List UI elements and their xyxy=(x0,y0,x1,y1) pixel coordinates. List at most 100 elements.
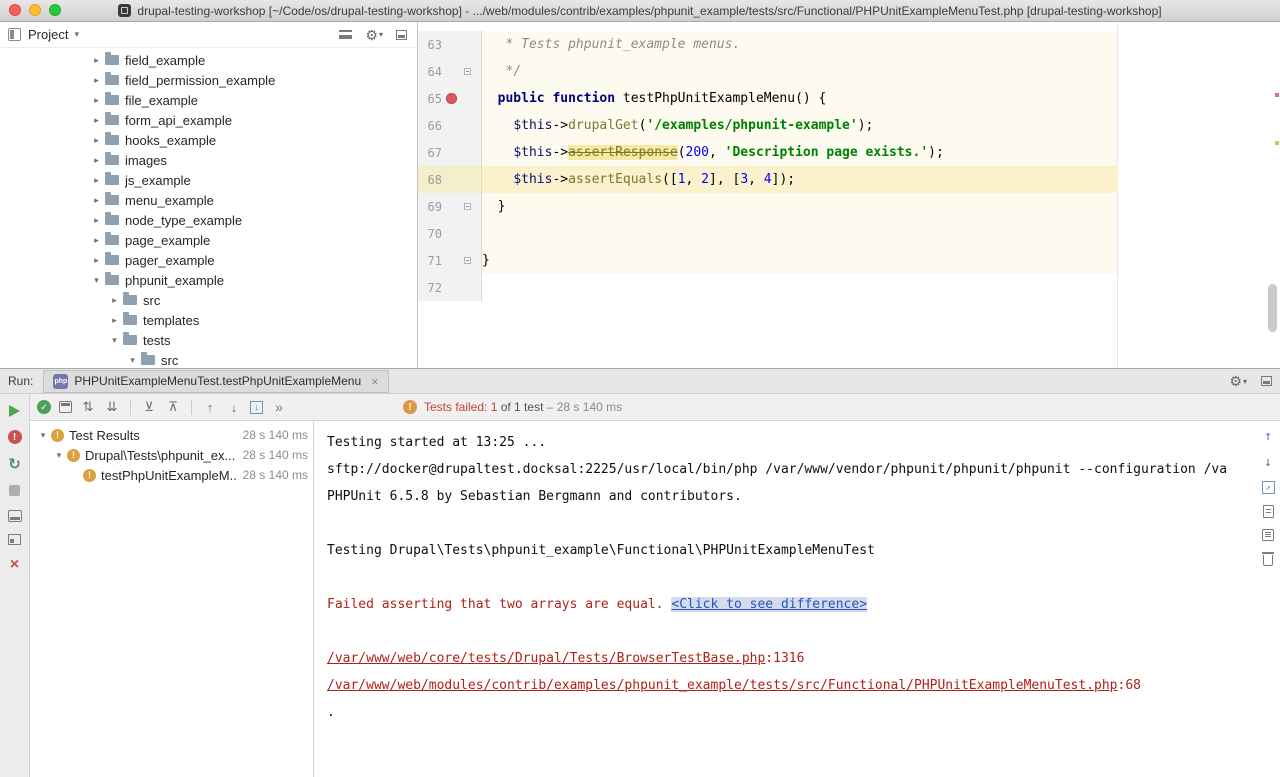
file-link[interactable]: /var/www/web/modules/contrib/examples/ph… xyxy=(327,678,1118,693)
tree-item-tests[interactable]: ▾tests xyxy=(0,330,417,350)
tree-item-file_example[interactable]: ▸file_example xyxy=(0,90,417,110)
tree-item-pager_example[interactable]: ▸pager_example xyxy=(0,250,417,270)
chevron-icon[interactable]: ▸ xyxy=(90,215,103,226)
restore-layout-icon[interactable] xyxy=(8,534,21,545)
tree-item-field_permission_example[interactable]: ▸field_permission_example xyxy=(0,70,417,90)
sort-alphabetically-icon[interactable] xyxy=(80,399,96,415)
test-tree-row[interactable]: testPhpUnitExampleM...28 s 140 ms xyxy=(30,465,313,485)
hide-run-panel-icon[interactable] xyxy=(1261,376,1272,386)
chevron-icon[interactable]: ▸ xyxy=(90,75,103,86)
chevron-icon[interactable]: ▾ xyxy=(36,430,50,441)
chevron-icon[interactable]: ▸ xyxy=(90,195,103,206)
chevron-icon[interactable]: ▸ xyxy=(108,315,121,326)
stop-button[interactable] xyxy=(7,483,23,498)
previous-failed-test-icon[interactable] xyxy=(202,399,218,415)
expand-all-icon[interactable] xyxy=(141,399,157,415)
next-failed-test-icon[interactable] xyxy=(226,399,242,415)
editor-line-69[interactable]: 69 } xyxy=(418,193,1280,220)
tree-item-node_type_example[interactable]: ▸node_type_example xyxy=(0,210,417,230)
project-options-button[interactable]: ⚙▾ xyxy=(365,28,383,42)
close-run-tab-button[interactable] xyxy=(7,557,23,572)
tree-item-menu_example[interactable]: ▸menu_example xyxy=(0,190,417,210)
chevron-icon[interactable]: ▸ xyxy=(90,155,103,166)
hide-panel-icon[interactable] xyxy=(396,30,407,40)
show-passed-icon[interactable] xyxy=(37,400,51,414)
test-tree-row[interactable]: ▾Drupal\Tests\phpunit_ex...28 s 140 ms xyxy=(30,445,313,465)
chevron-icon[interactable]: ▸ xyxy=(90,255,103,266)
fold-icon[interactable] xyxy=(464,68,471,75)
tree-item-js_example[interactable]: ▸js_example xyxy=(0,170,417,190)
toggle-auto-test-button[interactable] xyxy=(7,456,23,471)
tree-item-form_api_example[interactable]: ▸form_api_example xyxy=(0,110,417,130)
editor-line-63[interactable]: 63 * Tests phpunit_example menus. xyxy=(418,31,1280,58)
chevron-icon[interactable]: ▾ xyxy=(90,275,103,286)
warning-stripe-mark[interactable] xyxy=(1275,141,1279,145)
view-options-icon[interactable] xyxy=(339,30,352,39)
down-stacktrace-icon[interactable] xyxy=(1260,455,1276,470)
project-tool-label[interactable]: Project xyxy=(28,27,68,42)
test-tree-row[interactable]: ▾Test Results28 s 140 ms xyxy=(30,425,313,445)
file-link[interactable]: /var/www/web/core/tests/Drupal/Tests/Bro… xyxy=(327,651,765,666)
run-tab[interactable]: php PHPUnitExampleMenuTest.testPhpUnitEx… xyxy=(43,370,388,393)
clear-console-icon[interactable] xyxy=(1263,555,1273,566)
chevron-down-icon[interactable]: ▾ xyxy=(74,29,79,40)
tree-item-page_example[interactable]: ▸page_example xyxy=(0,230,417,250)
tree-item-field_example[interactable]: ▸field_example xyxy=(0,50,417,70)
chevron-icon[interactable]: ▸ xyxy=(90,55,103,66)
close-tab-icon[interactable]: × xyxy=(371,375,379,388)
softwrap-icon[interactable] xyxy=(1263,505,1274,518)
show-ignored-icon[interactable] xyxy=(59,401,72,413)
chevron-icon[interactable]: ▸ xyxy=(90,115,103,126)
editor-line-70[interactable]: 70 xyxy=(418,220,1280,247)
zoom-window-button[interactable] xyxy=(49,4,61,16)
editor-line-68[interactable]: 68 $this->assertEquals([1, 2], [3, 4]); xyxy=(418,166,1280,193)
editor-line-67[interactable]: 67 $this->assertResponse(200, 'Descripti… xyxy=(418,139,1280,166)
folder-icon xyxy=(105,95,119,105)
chevron-icon[interactable]: ▸ xyxy=(90,175,103,186)
up-stacktrace-icon[interactable] xyxy=(1260,429,1276,444)
editor-line-65[interactable]: 65 public function testPhpUnitExampleMen… xyxy=(418,85,1280,112)
rerun-tests-button[interactable] xyxy=(7,403,23,418)
test-gutter-icon[interactable] xyxy=(446,93,457,104)
print-icon[interactable] xyxy=(1262,529,1274,541)
code-text xyxy=(482,220,1280,247)
tree-item-hooks_example[interactable]: ▸hooks_example xyxy=(0,130,417,150)
chevron-icon[interactable]: ▾ xyxy=(52,450,66,461)
editor-scrollbar[interactable] xyxy=(1268,284,1277,332)
export-icon[interactable] xyxy=(1262,481,1275,494)
rerun-failed-tests-button[interactable] xyxy=(8,430,22,444)
tree-item-label: templates xyxy=(143,313,199,328)
folder-icon xyxy=(105,255,119,265)
error-stripe-mark[interactable] xyxy=(1275,93,1279,97)
editor-gutter: 69 xyxy=(418,193,482,220)
collapse-all-icon[interactable] xyxy=(165,399,181,415)
editor-line-72[interactable]: 72 xyxy=(418,274,1280,301)
code-editor[interactable]: 63 * Tests phpunit_example menus.64 */65… xyxy=(418,22,1280,368)
more-actions-icon[interactable] xyxy=(271,399,287,415)
chevron-icon[interactable]: ▸ xyxy=(90,135,103,146)
close-window-button[interactable] xyxy=(9,4,21,16)
fold-icon[interactable] xyxy=(464,203,471,210)
project-toolwindow-icon[interactable] xyxy=(8,28,21,41)
tree-item-phpunit_example[interactable]: ▾phpunit_example xyxy=(0,270,417,290)
chevron-icon[interactable]: ▸ xyxy=(90,95,103,106)
minimize-window-button[interactable] xyxy=(29,4,41,16)
import-test-results-icon[interactable] xyxy=(250,401,263,414)
editor-line-66[interactable]: 66 $this->drupalGet('/examples/phpunit-e… xyxy=(418,112,1280,139)
chevron-icon[interactable]: ▸ xyxy=(90,235,103,246)
chevron-icon[interactable]: ▸ xyxy=(108,295,121,306)
tree-item-src[interactable]: ▸src xyxy=(0,290,417,310)
run-settings-button[interactable]: ⚙▾ xyxy=(1229,374,1247,388)
chevron-icon[interactable]: ▾ xyxy=(108,335,121,346)
diff-link[interactable]: <Click to see difference> xyxy=(671,597,867,612)
editor-line-64[interactable]: 64 */ xyxy=(418,58,1280,85)
tree-item-templates[interactable]: ▸ templates xyxy=(0,310,417,330)
tree-item-images[interactable]: ▸images xyxy=(0,150,417,170)
fold-icon[interactable] xyxy=(464,257,471,264)
editor-line-71[interactable]: 71} xyxy=(418,247,1280,274)
sort-by-duration-icon[interactable] xyxy=(104,399,120,415)
console-view-icon[interactable] xyxy=(8,510,22,522)
tree-item-src[interactable]: ▾src xyxy=(0,350,417,368)
chevron-icon[interactable]: ▾ xyxy=(126,355,139,366)
console[interactable]: Testing started at 13:25 ...sftp://docke… xyxy=(314,421,1280,777)
